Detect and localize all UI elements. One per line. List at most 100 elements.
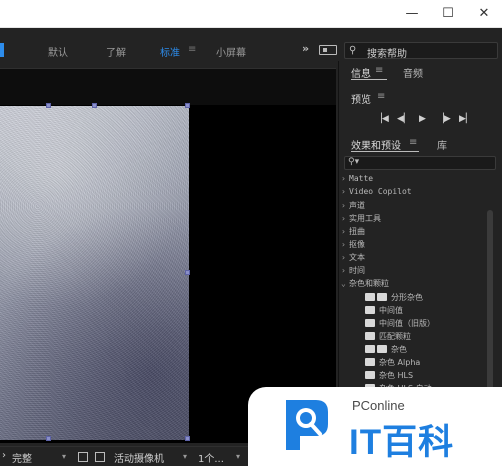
- workspace-overflow-icon[interactable]: »: [302, 42, 309, 55]
- region-of-interest-icon[interactable]: [78, 452, 88, 462]
- layer-handle-top-right[interactable]: [185, 103, 190, 108]
- first-frame-icon[interactable]: ▕◀: [375, 114, 389, 124]
- noise-layer-image[interactable]: [0, 106, 189, 440]
- search-icon: ⚲: [349, 45, 357, 56]
- chevron-down-icon: ⌄: [341, 279, 346, 288]
- prev-frame-icon[interactable]: ◀▏: [397, 114, 411, 124]
- effect-icon: [365, 358, 375, 366]
- effect-item[interactable]: 分形杂色: [365, 292, 423, 305]
- window-titlebar: — ☐ ✕: [0, 0, 502, 28]
- info-menu-icon[interactable]: ≡: [375, 65, 383, 76]
- effect-label: 杂色 Alpha: [379, 358, 421, 367]
- workspace-marker: [0, 43, 4, 57]
- last-frame-icon[interactable]: ▶▏: [459, 114, 473, 124]
- effects-category[interactable]: › 文本: [341, 252, 365, 265]
- tab-info[interactable]: 信息: [351, 65, 371, 80]
- watermark-title: IT百科: [349, 423, 455, 462]
- preview-menu-icon[interactable]: ≡: [377, 91, 385, 102]
- watermark-brand: PConline: [352, 398, 405, 413]
- category-label: 时间: [349, 266, 365, 275]
- chevron-right-icon: ›: [341, 187, 346, 196]
- effect-label: 杂色: [391, 345, 407, 354]
- chevron-right-icon: ›: [341, 214, 346, 223]
- effect-item[interactable]: 杂色 HLS: [365, 370, 413, 383]
- category-label: Matte: [349, 174, 374, 183]
- views-dropdown[interactable]: 1个...: [198, 450, 224, 465]
- resolution-dropdown[interactable]: 完整: [12, 450, 32, 465]
- effect-item[interactable]: 杂色 Alpha: [365, 357, 420, 370]
- transparency-grid-icon[interactable]: [95, 452, 105, 462]
- composition-panel: [0, 61, 336, 443]
- chevron-right-icon: ›: [341, 240, 346, 249]
- minimize-button[interactable]: —: [395, 0, 429, 28]
- category-label: 杂色和颗粒: [349, 279, 389, 288]
- effect-icon: [365, 293, 375, 301]
- tab-effects-presets[interactable]: 效果和预设: [351, 137, 401, 152]
- composition-header: [0, 61, 336, 69]
- effect-icon: [365, 319, 375, 327]
- effects-category[interactable]: › 抠像: [341, 239, 365, 252]
- chevron-down-icon: ▾: [236, 452, 241, 461]
- tab-library[interactable]: 库: [437, 137, 447, 152]
- effects-category[interactable]: › 时间: [341, 265, 365, 278]
- workspace-tab-standard[interactable]: 标准: [160, 44, 180, 59]
- chevron-right-icon: ›: [341, 227, 346, 236]
- effects-category[interactable]: › 扭曲: [341, 226, 365, 239]
- preview-title: 预览: [351, 95, 371, 106]
- effect-item[interactable]: 中间值（旧版）: [365, 318, 435, 331]
- category-label: 扭曲: [349, 227, 365, 236]
- tab-audio[interactable]: 音频: [403, 65, 423, 80]
- play-icon[interactable]: ▶: [419, 114, 426, 124]
- effects-category[interactable]: › 声道: [341, 200, 365, 213]
- category-label: 文本: [349, 253, 365, 262]
- effect-label: 杂色 HLS: [379, 371, 414, 380]
- layer-handle-top-left[interactable]: [46, 103, 51, 108]
- close-button[interactable]: ✕: [467, 0, 501, 28]
- next-frame-icon[interactable]: ▕▶: [437, 114, 451, 124]
- workspace-menu-icon[interactable]: ≡: [188, 44, 196, 55]
- chevron-down-icon: ▾: [183, 452, 188, 461]
- camera-dropdown[interactable]: 活动摄像机: [114, 450, 164, 465]
- effects-category[interactable]: › 实用工具: [341, 213, 381, 226]
- effects-menu-icon[interactable]: ≡: [409, 137, 417, 148]
- effect-icon: [365, 345, 375, 353]
- search-help-placeholder: 搜索帮助: [367, 49, 407, 60]
- maximize-button[interactable]: ☐: [431, 0, 465, 28]
- search-help-input[interactable]: ⚲ 搜索帮助: [344, 42, 498, 60]
- chevron-right-icon: ›: [341, 174, 346, 183]
- preview-controls: ▕◀ ◀▏ ▶ ▕▶ ▶▏: [375, 114, 495, 128]
- effect-label: 中间值（旧版）: [379, 319, 435, 328]
- workspace-tab-small-screen[interactable]: 小屏幕: [216, 44, 246, 59]
- layer-handle-bottom-right[interactable]: [185, 436, 190, 441]
- workspace-tab-learn[interactable]: 了解: [106, 44, 126, 59]
- effects-category[interactable]: › Video Copilot: [341, 187, 412, 200]
- effect-item[interactable]: 匹配颗粒: [365, 331, 411, 344]
- effect-icon: [365, 306, 375, 314]
- effect-label: 中间值: [379, 306, 403, 315]
- chevron-right-icon: ›: [341, 253, 346, 262]
- search-icon: ⚲▾: [348, 157, 360, 167]
- effect-label: 分形杂色: [391, 293, 423, 302]
- effects-tab-underline: [351, 151, 419, 152]
- effect-item[interactable]: 杂色: [365, 344, 407, 357]
- layer-handle-right-mid[interactable]: [185, 270, 190, 275]
- effects-scrollbar[interactable]: [487, 210, 493, 395]
- category-label: 抠像: [349, 240, 365, 249]
- effects-category-expanded[interactable]: ⌄ 杂色和颗粒: [341, 278, 389, 291]
- category-label: 实用工具: [349, 214, 381, 223]
- effect-label: 匹配颗粒: [379, 332, 411, 341]
- layer-handle-top-mid[interactable]: [92, 103, 97, 108]
- effect-item[interactable]: 中间值: [365, 305, 403, 318]
- info-tab-underline: [351, 79, 387, 80]
- chevron-right-icon: ›: [341, 266, 346, 275]
- pconline-logo-icon: [286, 400, 328, 450]
- workspace-tab-default[interactable]: 默认: [48, 44, 68, 59]
- chevron-right-icon: ›: [341, 201, 346, 210]
- chevron-down-icon: ▾: [62, 452, 67, 461]
- effects-search-input[interactable]: ⚲▾: [344, 156, 496, 170]
- effects-category[interactable]: › Matte: [341, 174, 373, 187]
- resolution-arrow-icon: ›: [2, 450, 6, 461]
- workspace-layout-icon[interactable]: [319, 45, 337, 55]
- layer-handle-bottom-left[interactable]: [46, 436, 51, 441]
- category-label: 声道: [349, 201, 365, 210]
